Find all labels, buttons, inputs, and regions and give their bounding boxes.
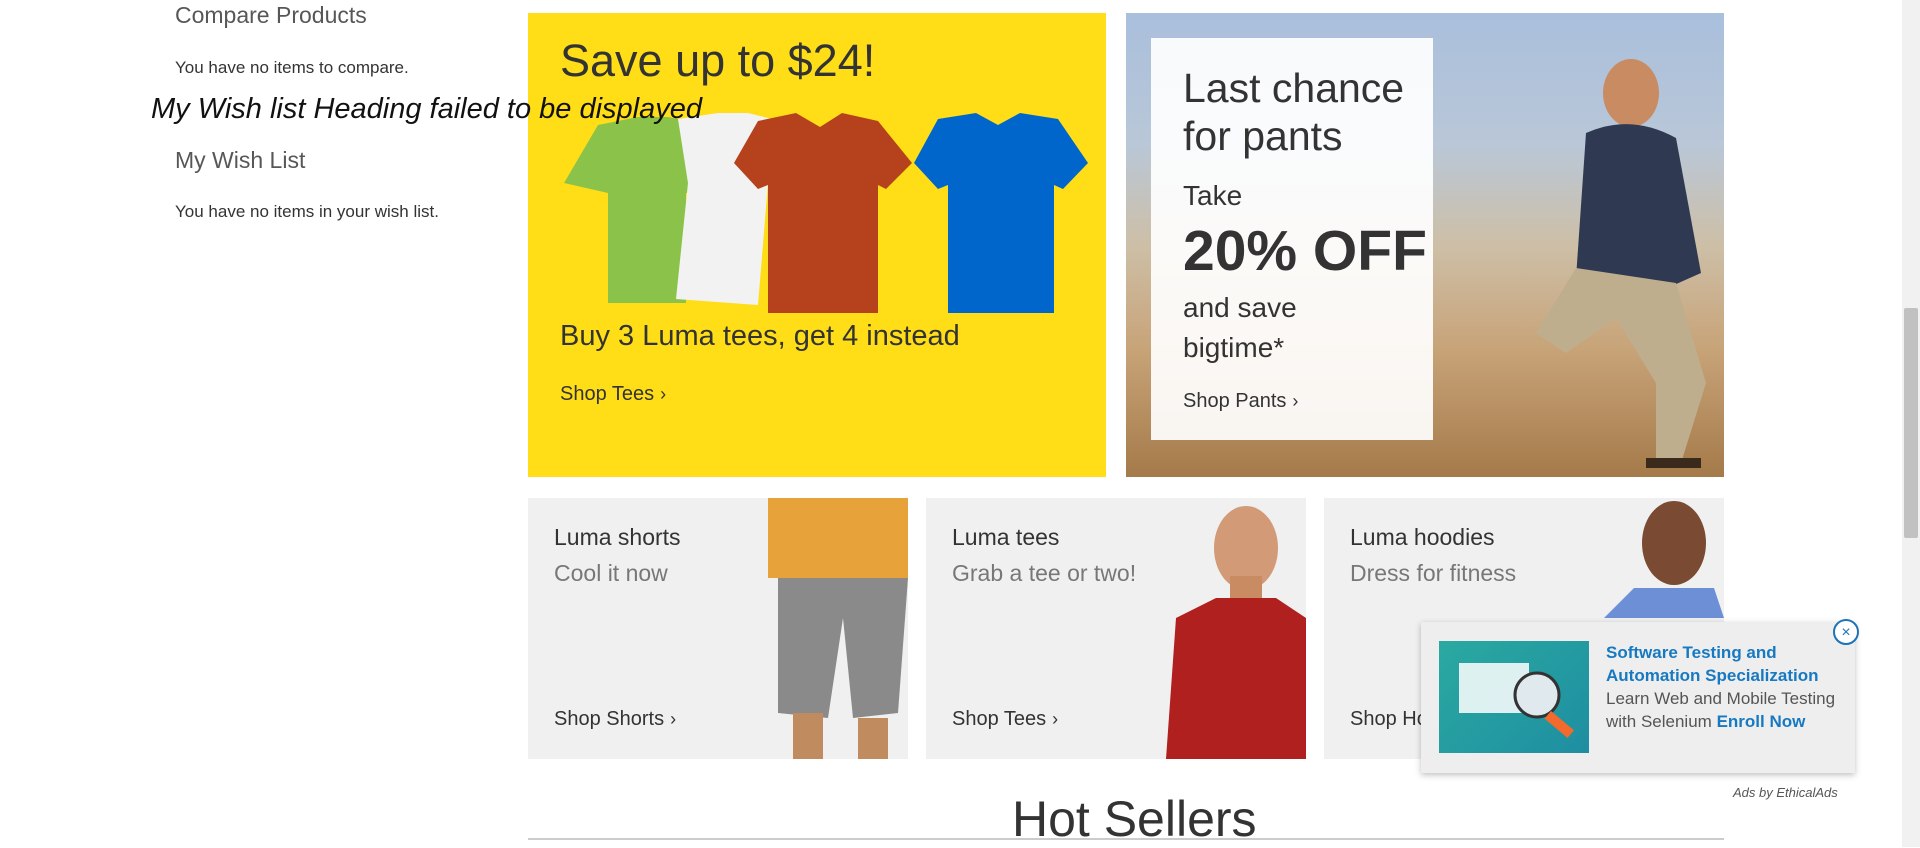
tees-promo-banner[interactable]: Save up to $24! Buy 3 Luma tees, get 4 i… (528, 13, 1106, 477)
compare-products-title: Compare Products (175, 2, 367, 28)
pants-save-line2: bigtime* (1183, 332, 1285, 363)
pants-heading-line2: for pants (1183, 113, 1343, 159)
tile-subtitle: Dress for fitness (1350, 560, 1517, 586)
pants-promo-banner[interactable]: Last chance for pants Take 20% OFF and s… (1126, 13, 1724, 477)
shop-pants-label: Shop Pants (1183, 390, 1287, 412)
tees-promo-headline: Save up to $24! (560, 35, 876, 86)
tile-subtitle: Grab a tee or two! (952, 560, 1137, 586)
tile-subtitle: Cool it now (554, 560, 668, 586)
magnifier-icon (1459, 663, 1574, 738)
tees-model-image (1166, 506, 1306, 759)
shop-hoodies-label: Shop Ho (1350, 708, 1428, 730)
scrollbar-thumb[interactable] (1904, 308, 1918, 538)
shorts-model-image (768, 498, 908, 759)
luma-tees-tile[interactable]: Luma tees Grab a tee or two! Shop Tees › (926, 498, 1306, 759)
pants-take-text: Take (1183, 180, 1243, 211)
ad-text[interactable]: Software Testing and Automation Speciali… (1606, 641, 1846, 733)
tile-title: Luma shorts (554, 524, 681, 550)
ad-cta-link[interactable]: Enroll Now (1717, 712, 1806, 731)
shop-tees-tile-link[interactable]: Shop Tees › (952, 708, 1058, 731)
tee-blue-icon (914, 113, 1088, 313)
chevron-right-icon: › (1292, 391, 1299, 411)
shop-tees-link[interactable]: Shop Tees › (560, 383, 666, 406)
pants-save-text: and save bigtime* (1183, 288, 1297, 368)
chevron-right-icon: › (1052, 709, 1059, 729)
shop-shorts-link[interactable]: Shop Shorts › (554, 708, 676, 731)
shop-hoodies-link[interactable]: Shop Ho (1350, 708, 1428, 731)
shop-pants-link[interactable]: Shop Pants › (1183, 390, 1298, 413)
shop-shorts-label: Shop Shorts (554, 708, 665, 730)
tile-title: Luma tees (952, 524, 1060, 550)
pants-save-line1: and save (1183, 292, 1297, 323)
shop-tees-tile-label: Shop Tees (952, 708, 1047, 730)
ad-image[interactable] (1439, 641, 1589, 753)
tees-promo-subtext: Buy 3 Luma tees, get 4 instead (560, 320, 960, 352)
wish-list-title: My Wish List (175, 147, 306, 173)
tile-title: Luma hoodies (1350, 524, 1495, 550)
hoodies-model-image (1604, 501, 1724, 618)
pants-heading-line1: Last chance (1183, 65, 1405, 111)
ad-title-link[interactable]: Software Testing and Automation Speciali… (1606, 643, 1819, 685)
error-overlay-text: My Wish list Heading failed to be displa… (151, 93, 703, 125)
model-pants-image (1536, 59, 1706, 468)
shop-tees-label: Shop Tees (560, 383, 655, 405)
pants-heading: Last chance for pants (1183, 64, 1404, 160)
divider (528, 838, 1724, 840)
chevron-right-icon: › (670, 709, 677, 729)
chevron-right-icon: › (660, 384, 667, 404)
compare-empty-text: You have no items to compare. (175, 58, 409, 77)
luma-shorts-tile[interactable]: Luma shorts Cool it now Shop Shorts › (528, 498, 908, 759)
ads-by-ethicalads-link[interactable]: Ads by EthicalAds (1733, 785, 1838, 800)
pants-discount: 20% OFF (1183, 219, 1427, 283)
pants-promo-card: Last chance for pants Take 20% OFF and s… (1151, 38, 1433, 440)
tees-illustration (564, 113, 1088, 313)
wish-list-empty-text: You have no items in your wish list. (175, 202, 439, 221)
